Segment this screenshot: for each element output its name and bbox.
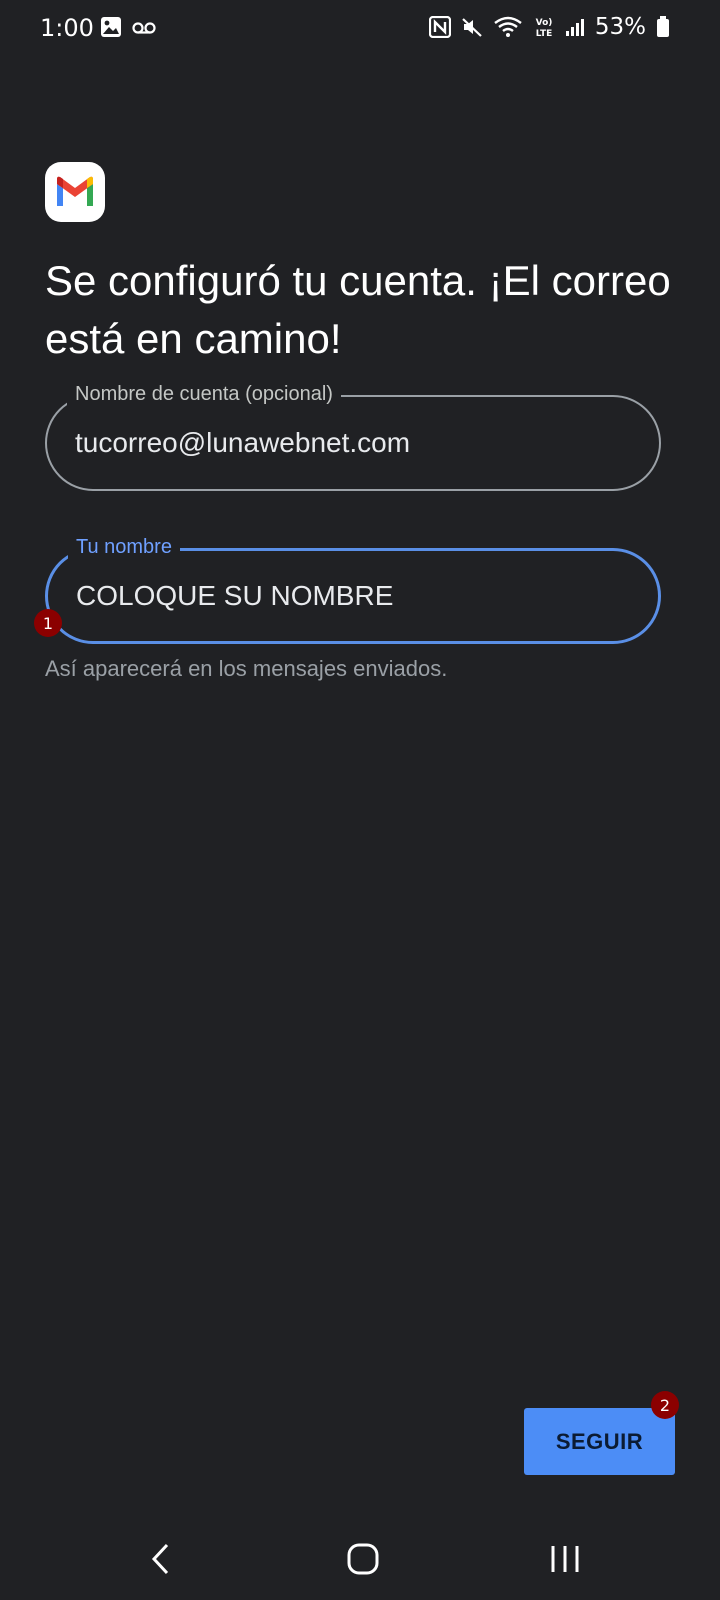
annotation-badge-2: 2 xyxy=(651,1391,679,1419)
signal-icon xyxy=(565,17,585,37)
your-name-input[interactable]: COLOQUE SU NOMBRE xyxy=(76,551,393,641)
battery-icon xyxy=(656,16,670,38)
annotation-badge-1: 1 xyxy=(34,609,62,637)
mute-icon xyxy=(461,16,483,38)
status-time: 1:00 xyxy=(40,14,94,42)
volte-icon: Vo) LTE xyxy=(533,15,555,39)
status-left-icons xyxy=(100,16,156,38)
status-right-icons: Vo) LTE 53% xyxy=(428,14,670,40)
page-title: Se configuró tu cuenta. ¡El correo está … xyxy=(45,257,671,362)
your-name-helper-text: Así aparecerá en los mensajes enviados. xyxy=(45,656,448,681)
battery-percent: 53% xyxy=(594,14,646,40)
svg-text:LTE: LTE xyxy=(536,29,553,39)
recents-icon[interactable] xyxy=(535,1534,595,1584)
account-name-field[interactable]: Nombre de cuenta (opcional) tucorreo@lun… xyxy=(45,382,661,491)
home-icon[interactable] xyxy=(333,1534,393,1584)
system-nav-bar xyxy=(0,1520,720,1600)
your-name-field[interactable]: Tu nombre COLOQUE SU NOMBRE xyxy=(45,535,661,644)
svg-text:Vo): Vo) xyxy=(535,18,552,28)
status-bar: 1:00 Vo) LTE 53% xyxy=(0,0,720,58)
back-icon[interactable] xyxy=(131,1534,191,1584)
voicemail-icon xyxy=(132,20,156,34)
gallery-icon xyxy=(100,16,122,38)
gmail-logo xyxy=(45,162,105,222)
nfc-icon xyxy=(428,16,451,38)
wifi-icon xyxy=(493,16,523,38)
gmail-icon xyxy=(57,176,93,206)
continue-button[interactable]: SEGUIR xyxy=(524,1408,675,1475)
account-name-input[interactable]: tucorreo@lunawebnet.com xyxy=(75,397,410,489)
